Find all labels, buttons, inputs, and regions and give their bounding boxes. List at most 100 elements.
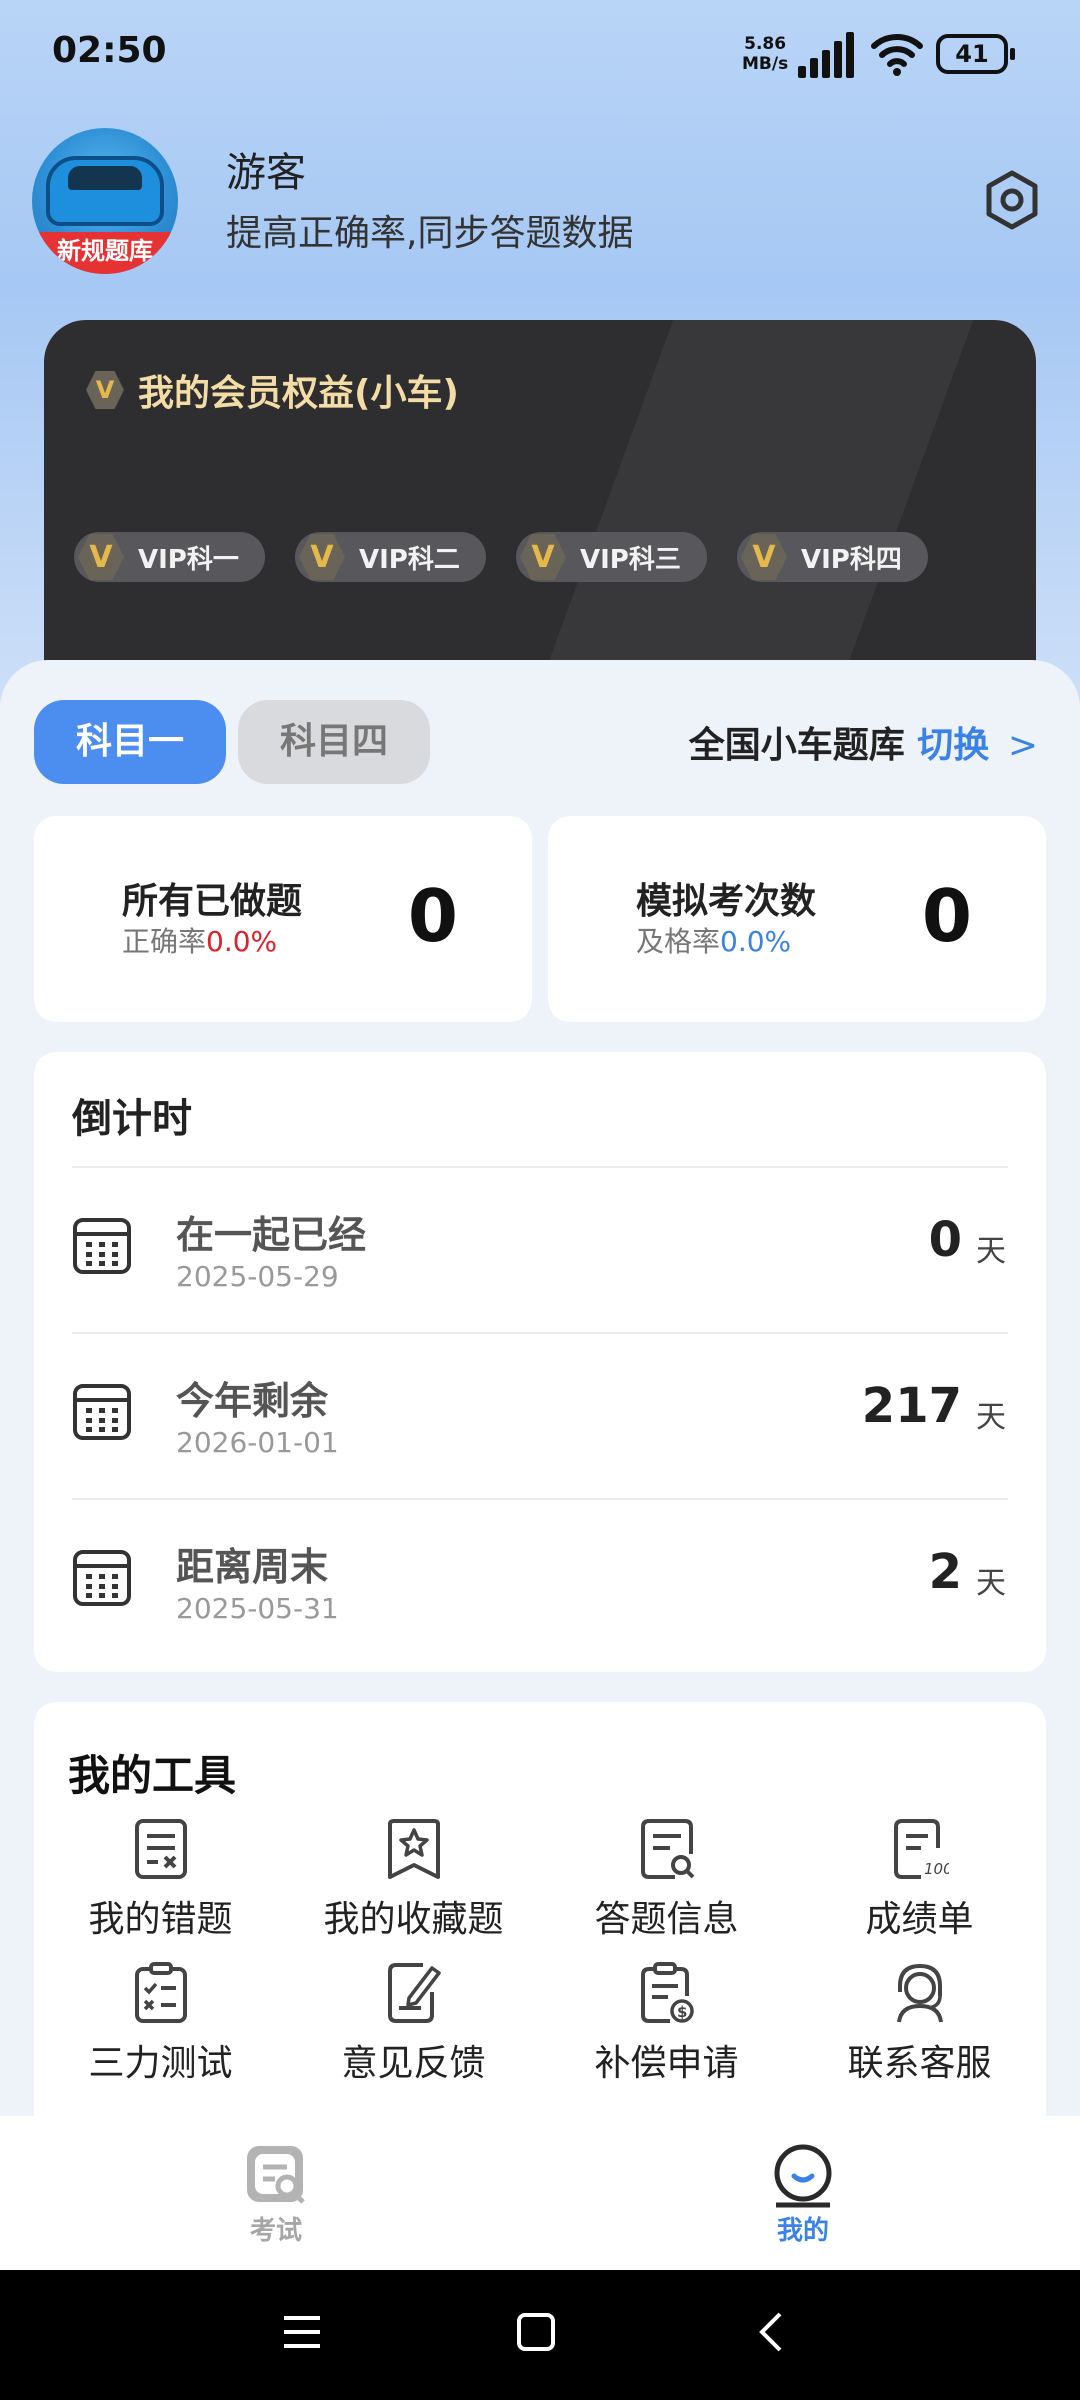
stat-value: 0 xyxy=(407,874,458,958)
countdown-name: 在一起已经 xyxy=(176,1213,367,1257)
chevron-right-icon: > xyxy=(1007,725,1038,766)
countdown-name: 距离周末 xyxy=(176,1545,329,1589)
home-icon[interactable] xyxy=(516,2312,556,2352)
countdown-unit: 天 xyxy=(976,1234,1006,1269)
vip-chip-subject-1[interactable]: V VIP科一 xyxy=(74,532,265,582)
vip-chip-subject-3[interactable]: V VIP科三 xyxy=(516,532,707,582)
battery-icon: 41 xyxy=(936,34,1015,74)
tool-label: 我的收藏题 xyxy=(323,1899,504,1940)
tool-label: 答题信息 xyxy=(594,1899,739,1940)
countdown-value: 0 xyxy=(928,1212,962,1268)
question-bank-switch[interactable]: 全国小车题库 切换 > xyxy=(689,716,1038,768)
status-bar: 02:50 5.86 MB/s 41 xyxy=(0,0,1080,110)
back-icon[interactable] xyxy=(752,2312,792,2352)
tool-score-report[interactable]: 100 成绩单 xyxy=(793,1818,1046,1958)
vip-title-text: 我的会员权益(小车) xyxy=(138,373,459,414)
network-speed: 5.86 MB/s xyxy=(742,34,788,74)
tool-customer-service[interactable]: 联系客服 xyxy=(793,1962,1046,2102)
vip-card[interactable]: V 我的会员权益(小车) V VIP科一 V VIP科二 V VIP科三 V V… xyxy=(44,320,1036,700)
tool-compensation[interactable]: $ 补偿申请 xyxy=(540,1962,793,2102)
countdown-unit: 天 xyxy=(976,1400,1006,1435)
tool-label: 成绩单 xyxy=(865,1899,974,1940)
signal-icon xyxy=(798,32,854,78)
vip-chip-label: VIP科三 xyxy=(580,544,681,575)
customer-service-icon xyxy=(896,1963,943,2023)
tool-label: 意见反馈 xyxy=(341,2043,486,2084)
wrong-questions-icon xyxy=(134,1819,187,1879)
user-name[interactable]: 游客 xyxy=(226,140,306,198)
exam-icon xyxy=(247,2146,305,2204)
countdown-row[interactable]: 今年剩余 2026-01-01 217 天 xyxy=(34,1334,1046,1498)
tab-subject-1[interactable]: 科目一 xyxy=(34,700,226,784)
stat-value: 0 xyxy=(921,874,972,958)
checklist-icon xyxy=(134,1962,187,2023)
avatar[interactable]: 新规题库 xyxy=(32,128,178,274)
avatar-ribbon: 新规题库 xyxy=(32,232,178,274)
score-report-icon: 100 xyxy=(893,1819,949,1879)
status-time: 02:50 xyxy=(52,30,167,71)
vip-chip-subject-4[interactable]: V VIP科四 xyxy=(737,532,928,582)
tool-label: 三力测试 xyxy=(88,2043,233,2084)
answer-info-icon xyxy=(640,1819,694,1879)
stat-label: 模拟考次数 xyxy=(636,881,817,922)
stat-label: 所有已做题 xyxy=(122,881,303,922)
tool-feedback[interactable]: 意见反馈 xyxy=(287,1962,540,2102)
car-image xyxy=(46,156,164,226)
system-nav-bar xyxy=(0,2270,1080,2400)
vip-chip-label: VIP科一 xyxy=(138,544,239,575)
calendar-icon xyxy=(73,1384,131,1440)
nav-label: 我的 xyxy=(776,2216,829,2246)
nav-mine[interactable]: 我的 xyxy=(743,2142,863,2247)
menu-icon[interactable] xyxy=(282,2312,322,2352)
countdown-unit: 天 xyxy=(976,1566,1006,1601)
stat-sub-label: 正确率 xyxy=(122,925,207,958)
stat-sub-value: 0.0% xyxy=(206,925,278,958)
tool-answer-info[interactable]: 答题信息 xyxy=(540,1818,793,1958)
countdown-name: 今年剩余 xyxy=(176,1379,329,1423)
tools-title: 我的工具 xyxy=(68,1751,237,1800)
vip-chip-label: VIP科二 xyxy=(359,544,460,575)
vip-badge-icon: V xyxy=(520,534,566,580)
vip-card-decoration xyxy=(534,320,974,700)
compensation-icon: $ xyxy=(640,1962,694,2023)
calendar-icon xyxy=(73,1218,131,1274)
nav-label: 考试 xyxy=(249,2216,302,2246)
nav-exam[interactable]: 考试 xyxy=(216,2142,336,2247)
wifi-icon xyxy=(871,34,923,76)
tool-label: 补偿申请 xyxy=(594,2043,739,2084)
stat-card-mock-exams[interactable]: 模拟考次数 及格率0.0% 0 xyxy=(548,816,1046,1022)
stat-sub-label: 及格率 xyxy=(636,925,721,958)
feedback-icon xyxy=(387,1963,441,2023)
countdown-row[interactable]: 距离周末 2025-05-31 2 天 xyxy=(34,1500,1046,1664)
svg-text:$: $ xyxy=(677,2003,687,2021)
question-bank-label: 全国小车题库 xyxy=(688,725,905,766)
vip-badge-icon: V xyxy=(741,534,787,580)
stat-sub: 及格率0.0% xyxy=(636,920,791,960)
favorite-questions-icon xyxy=(387,1819,440,1879)
settings-icon[interactable] xyxy=(980,168,1044,232)
countdown-row[interactable]: 在一起已经 2025-05-29 0 天 xyxy=(34,1168,1046,1332)
tool-three-ability-test[interactable]: 三力测试 xyxy=(34,1962,287,2102)
countdown-value: 2 xyxy=(928,1544,962,1600)
countdown-date: 2025-05-31 xyxy=(176,1592,339,1625)
stat-sub: 正确率0.0% xyxy=(122,920,277,960)
vip-title: V 我的会员权益(小车) xyxy=(86,364,459,416)
profile-smile-icon xyxy=(774,2144,832,2208)
stat-sub-value: 0.0% xyxy=(720,925,792,958)
stat-card-done-questions[interactable]: 所有已做题 正确率0.0% 0 xyxy=(34,816,532,1022)
network-speed-unit: MB/s xyxy=(742,54,789,74)
switch-link[interactable]: 切换 xyxy=(917,725,989,766)
tools-card: 我的工具 我的错题 我的收藏题 答题信息 100 成绩单 三力测试 意见反馈 $… xyxy=(34,1702,1046,2142)
tool-wrong-questions[interactable]: 我的错题 xyxy=(34,1818,287,1958)
calendar-icon xyxy=(73,1550,131,1606)
tool-label: 我的错题 xyxy=(88,1899,233,1940)
vip-chip-subject-2[interactable]: V VIP科二 xyxy=(295,532,486,582)
tab-subject-4[interactable]: 科目四 xyxy=(238,700,430,784)
vip-badge-icon: V xyxy=(86,371,124,409)
vip-badge-icon: V xyxy=(78,534,124,580)
main-content: 科目一 科目四 全国小车题库 切换 > 所有已做题 正确率0.0% 0 模拟考次… xyxy=(0,660,1080,2142)
countdown-card: 倒计时 在一起已经 2025-05-29 0 天 今年剩余 2026-01-01… xyxy=(34,1052,1046,1672)
countdown-date: 2026-01-01 xyxy=(176,1426,339,1459)
tool-favorite-questions[interactable]: 我的收藏题 xyxy=(287,1818,540,1958)
user-subtitle[interactable]: 提高正确率,同步答题数据 xyxy=(226,204,633,256)
